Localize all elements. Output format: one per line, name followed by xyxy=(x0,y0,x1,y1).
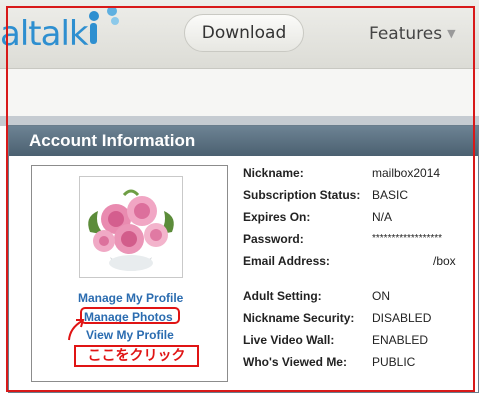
subscription-status-label: Subscription Status: xyxy=(243,188,361,202)
annotation-arrow-icon xyxy=(68,319,85,341)
dropdown-caret-icon: ▼ xyxy=(447,27,456,40)
whos-viewed-me-label: Who's Viewed Me: xyxy=(243,355,347,369)
download-button[interactable]: Download xyxy=(184,14,304,52)
panel-title: Account Information xyxy=(29,131,196,150)
features-label: Features xyxy=(369,24,443,44)
adult-setting-label: Adult Setting: xyxy=(243,289,322,303)
rose-bouquet-image xyxy=(80,177,182,277)
click-here-annotation: ここをクリック xyxy=(74,345,199,367)
expires-on-value: N/A xyxy=(372,210,393,224)
top-navigation-bar: altalk® Download Features ▼ xyxy=(0,0,479,68)
profile-card: Manage My Profile Manage Photos View My … xyxy=(31,165,228,382)
expires-on-label: Expires On: xyxy=(243,210,311,224)
live-video-wall-label: Live Video Wall: xyxy=(243,333,335,347)
nickname-value: mailbox2014 xyxy=(372,166,441,180)
password-value: ****************** xyxy=(372,233,443,244)
live-video-wall-value: ENABLED xyxy=(372,333,429,347)
password-label: Password: xyxy=(243,232,304,246)
nickname-security-label: Nickname Security: xyxy=(243,311,355,325)
adult-setting-value: ON xyxy=(372,289,390,303)
manage-my-profile-link[interactable]: Manage My Profile xyxy=(78,291,183,305)
whos-viewed-me-value: PUBLIC xyxy=(372,355,416,369)
profile-photo[interactable] xyxy=(79,176,183,278)
logo-text: altalk xyxy=(0,14,89,54)
features-menu[interactable]: Features ▼ xyxy=(369,20,456,48)
nickname-label: Nickname: xyxy=(243,166,304,180)
nickname-security-value: DISABLED xyxy=(372,311,432,325)
account-information-panel: Account Information Manage My Profile Ma… xyxy=(8,125,479,393)
email-address-value: /box xyxy=(433,254,456,268)
header-spacer xyxy=(0,69,479,116)
paltalk-logo[interactable]: altalk® xyxy=(0,14,98,54)
email-address-label: Email Address: xyxy=(243,254,330,268)
logo-person-icon xyxy=(89,6,119,44)
highlight-box xyxy=(80,307,180,324)
subscription-status-value: BASIC xyxy=(372,188,409,202)
panel-header: Account Information xyxy=(9,126,478,156)
view-my-profile-link[interactable]: View My Profile xyxy=(86,328,174,342)
